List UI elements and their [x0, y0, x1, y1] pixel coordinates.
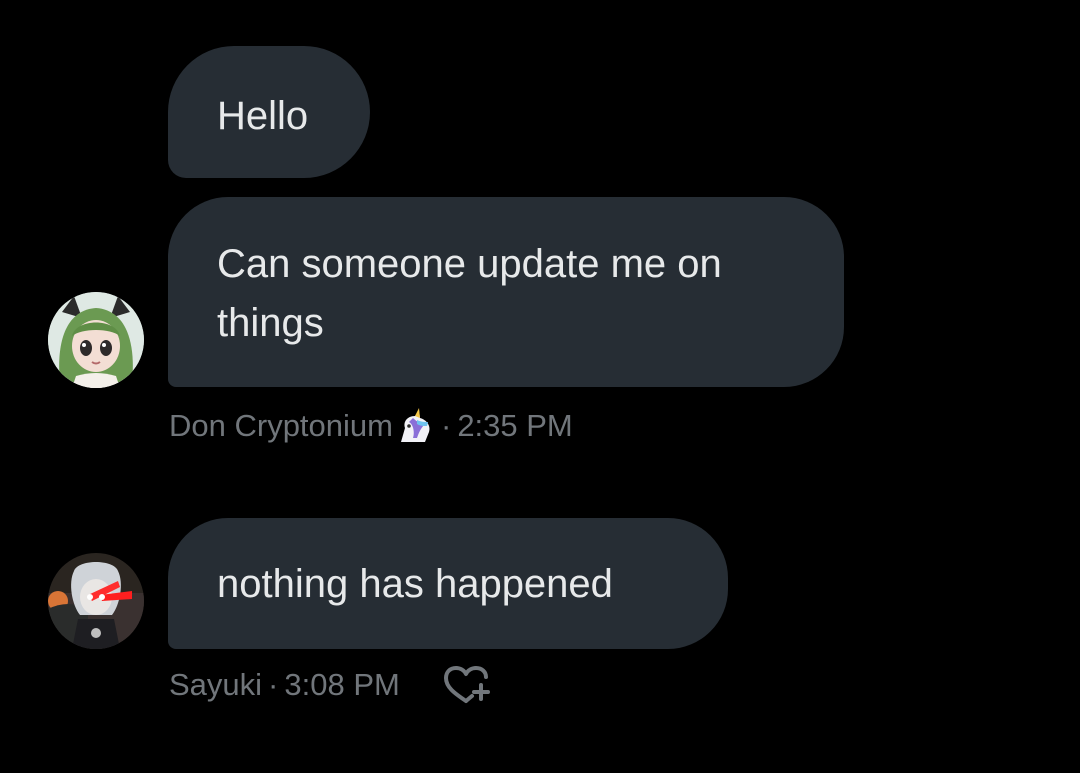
sender-name[interactable]: Don Cryptonium: [169, 408, 393, 444]
message-text: nothing has happened: [217, 562, 613, 606]
sender-name[interactable]: Sayuki: [169, 667, 262, 703]
meta-separator: ·: [268, 667, 279, 702]
message-bubble-update-request[interactable]: Can someone update me on things: [168, 197, 844, 387]
meta-separator: ·: [440, 408, 452, 443]
message-bubble-nothing-happened[interactable]: nothing has happened: [168, 518, 728, 649]
avatar-sayuki[interactable]: [48, 553, 144, 649]
message-meta: Sayuki · 3:08 PM: [169, 664, 400, 706]
add-reaction-heart-icon[interactable]: [442, 665, 492, 705]
message-bubble-hello[interactable]: Hello: [168, 46, 370, 178]
unicorn-icon: [395, 408, 435, 444]
avatar-image: [48, 553, 144, 649]
message-text: Hello: [217, 94, 309, 138]
avatar-don-cryptonium[interactable]: [48, 292, 144, 388]
message-time: 2:35 PM: [457, 408, 573, 443]
message-meta: Don Cryptonium · 2:35 PM: [169, 405, 573, 447]
message-time: 3:08 PM: [284, 667, 400, 702]
message-text: Can someone update me on things: [217, 242, 722, 345]
avatar-image: [48, 292, 144, 388]
